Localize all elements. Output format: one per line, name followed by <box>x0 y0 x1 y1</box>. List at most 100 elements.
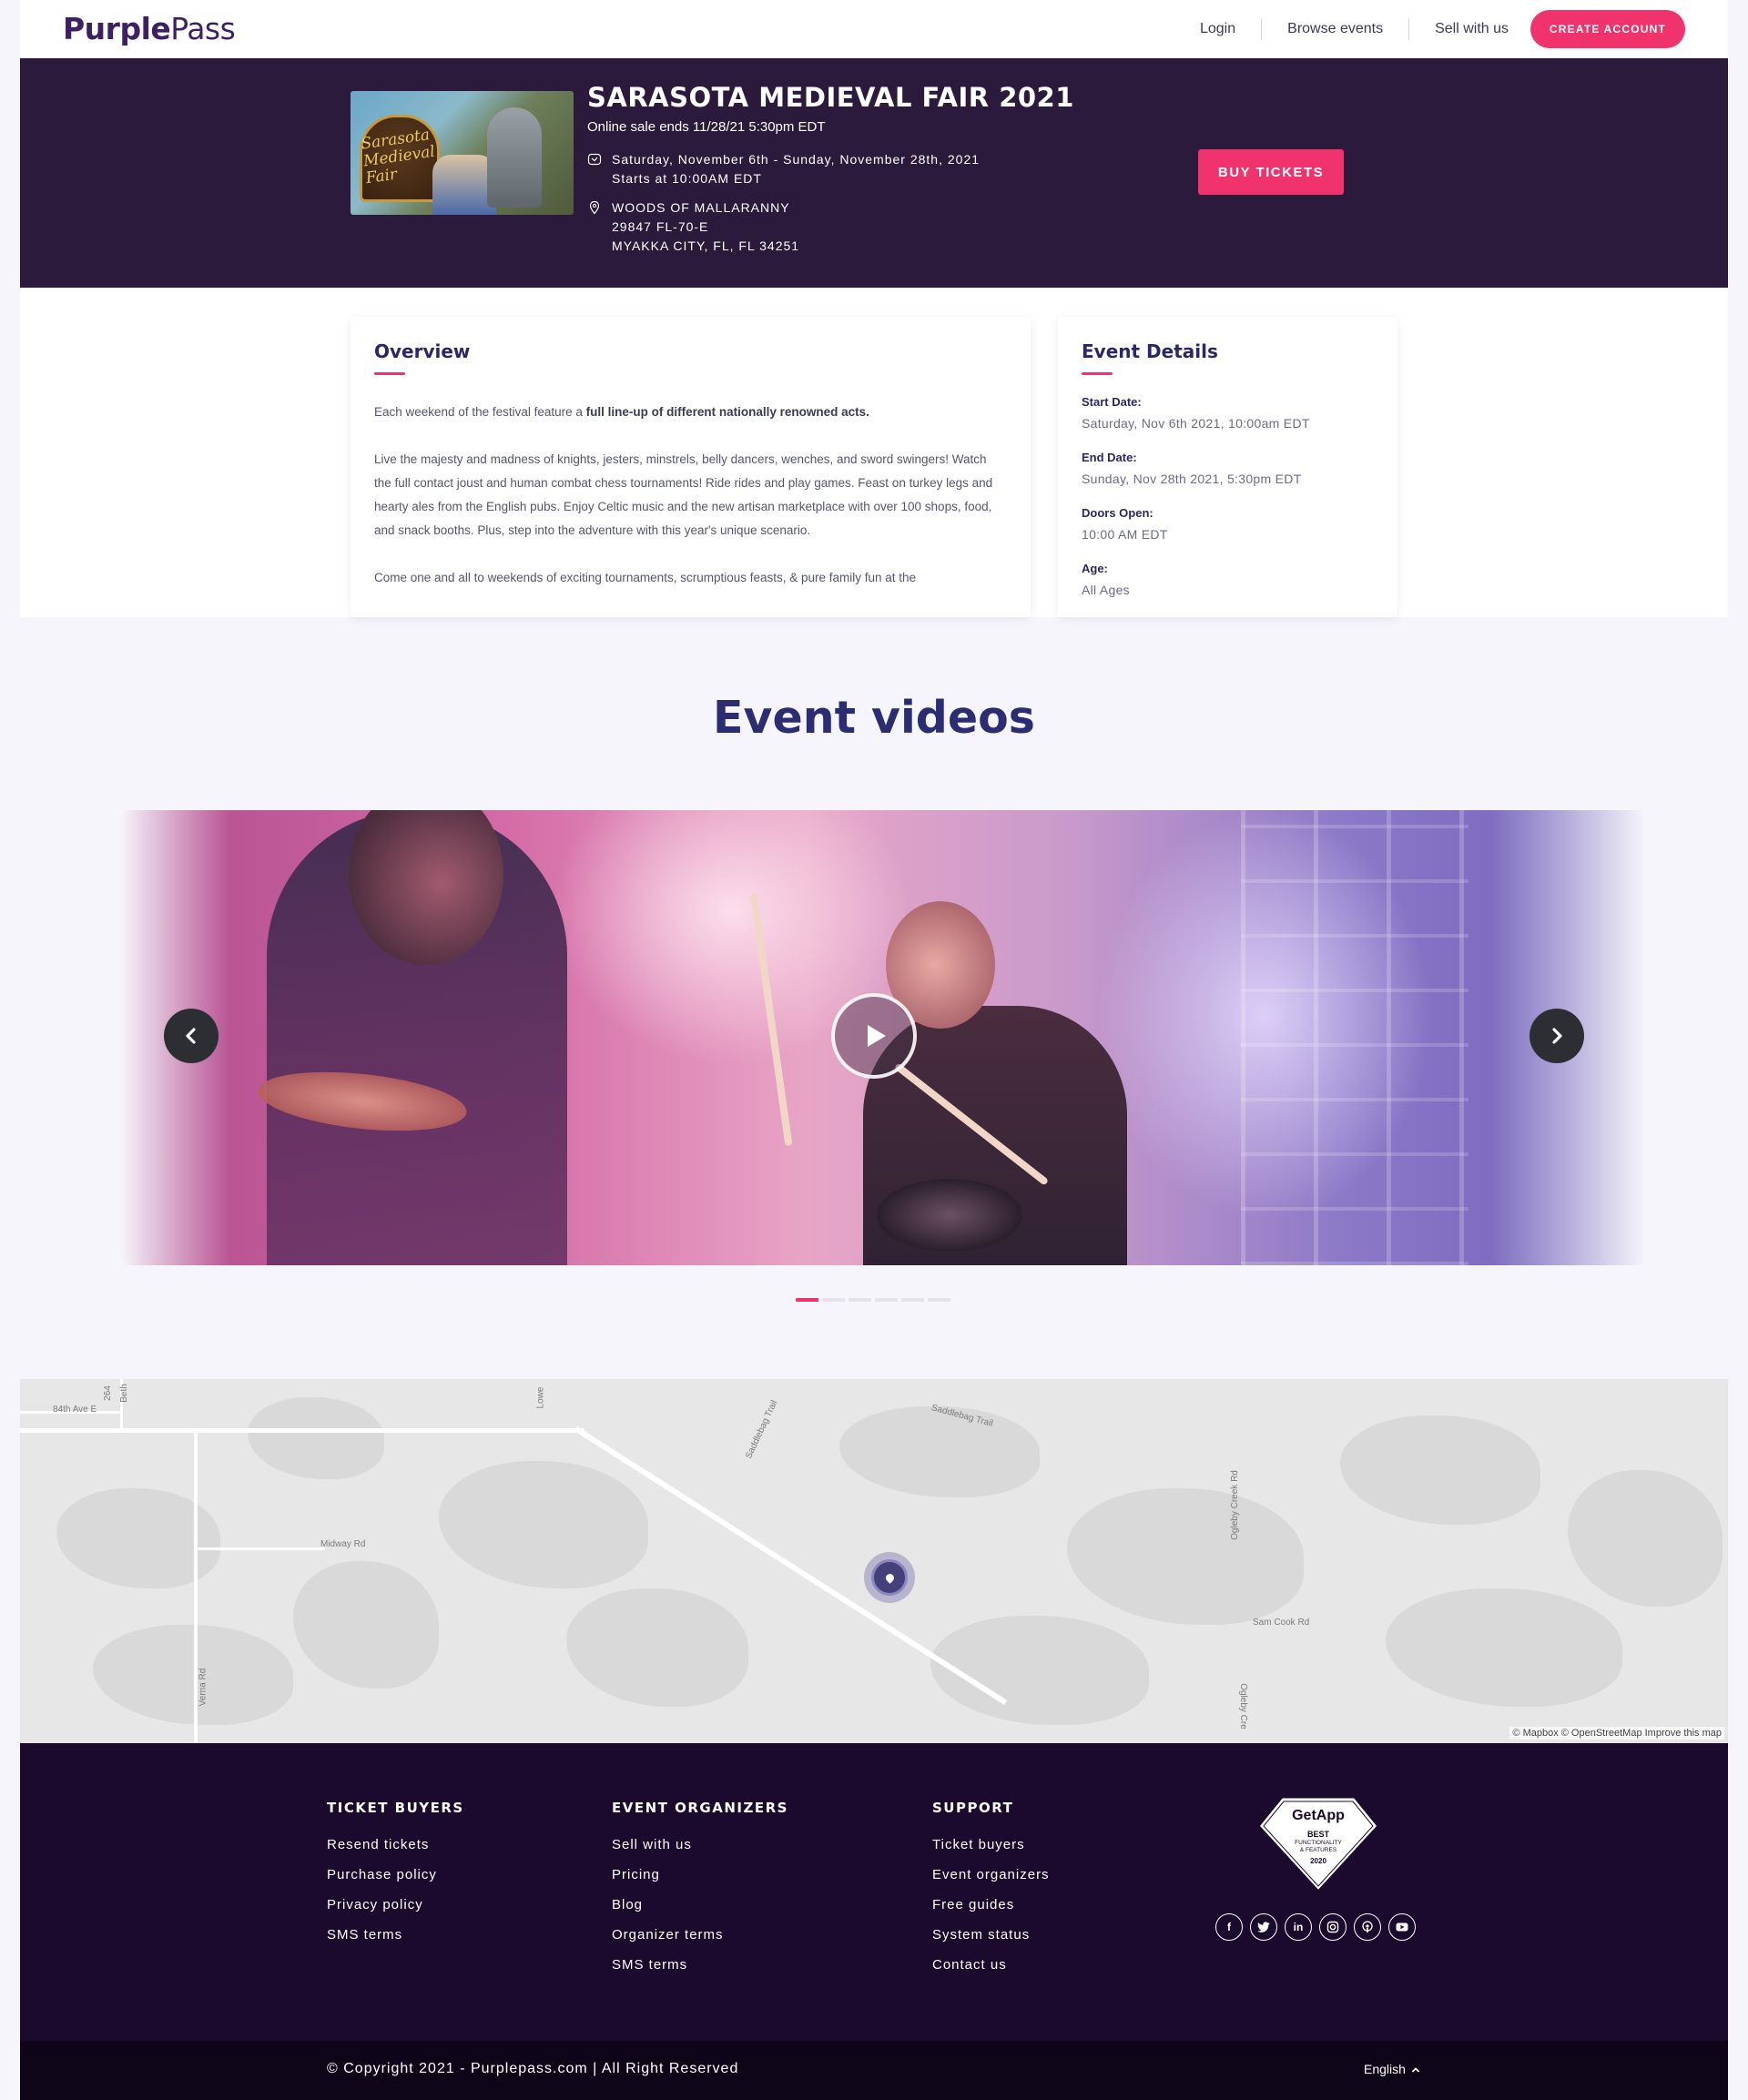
main-nav: Login Browse events Sell with us CREATE … <box>1174 10 1685 48</box>
map-marker-icon <box>871 1559 908 1596</box>
footer-link[interactable]: Sell with us <box>612 1830 788 1860</box>
footer-link[interactable]: Event organizers <box>932 1860 1050 1890</box>
overview-paragraph-3: Come one and all to weekends of exciting… <box>374 571 917 584</box>
buy-tickets-button[interactable]: BUY TICKETS <box>1198 149 1344 195</box>
map-label: Saddlebag Trail <box>744 1398 780 1461</box>
footer-link[interactable]: Pricing <box>612 1860 788 1890</box>
footer-link[interactable]: Blog <box>612 1890 788 1920</box>
create-account-button[interactable]: CREATE ACCOUNT <box>1530 10 1685 48</box>
venue-map-pin[interactable] <box>864 1552 915 1603</box>
overview-p1-bold: full line-up of different nationally ren… <box>585 405 869 419</box>
carousel-dot[interactable] <box>849 1298 871 1302</box>
nav-sell-with-us-link[interactable]: Sell with us <box>1409 18 1530 40</box>
event-date-row: Saturday, November 6th - Sunday, Novembe… <box>587 150 980 188</box>
venue-map[interactable]: 84th Ave E 264 Beth Lowe Saddlebag Trail… <box>20 1379 1728 1743</box>
overview-heading: Overview <box>374 340 471 362</box>
getapp-brand: GetApp <box>1292 1808 1345 1823</box>
map-label: Verna Rd <box>198 1668 208 1707</box>
carousel-dot[interactable] <box>928 1298 950 1302</box>
footer-bottom-bar: © Copyright 2021 - Purplepass.com | All … <box>20 2041 1728 2100</box>
footer-col-ticket-buyers: TICKET BUYERS Resend tickets Purchase po… <box>327 1800 464 1950</box>
map-label: 84th Ave E <box>53 1405 97 1415</box>
footer-col-event-organizers: EVENT ORGANIZERS Sell with us Pricing Bl… <box>612 1800 788 1980</box>
event-details-heading: Event Details <box>1082 340 1218 362</box>
venue-address-line2: MYAKKA CITY, FL, FL 34251 <box>612 238 800 253</box>
event-image: Sarasota Medieval Fair <box>351 91 574 215</box>
carousel-dot[interactable] <box>796 1298 818 1302</box>
start-date-value: Saturday, Nov 6th 2021, 10:00am EDT <box>1082 416 1310 431</box>
overview-p1-prefix: Each weekend of the festival feature a <box>374 405 586 419</box>
podcast-icon[interactable] <box>1354 1913 1381 1941</box>
event-details-card: Event Details Start Date: Saturday, Nov … <box>1058 317 1397 617</box>
map-label: Beth <box>118 1384 129 1403</box>
start-date-label: Start Date: <box>1082 395 1142 409</box>
footer-link[interactable]: Ticket buyers <box>932 1830 1050 1860</box>
footer-link[interactable]: SMS terms <box>327 1920 464 1950</box>
chevron-left-icon <box>186 1028 196 1044</box>
getapp-line3: & FEATURES <box>1299 1847 1337 1853</box>
venue-name: WOODS OF MALLARANNY <box>612 200 790 215</box>
stage-rig-graphic <box>1241 810 1469 1265</box>
nav-browse-events-link[interactable]: Browse events <box>1262 18 1410 40</box>
carousel-next-button[interactable] <box>1530 1009 1584 1063</box>
heading-underline <box>1082 372 1113 375</box>
event-location-row: WOODS OF MALLARANNY 29847 FL-70-E MYAKKA… <box>587 198 799 256</box>
doors-open-value: 10:00 AM EDT <box>1082 527 1168 542</box>
location-pin-icon <box>589 200 600 215</box>
footer-col-title: SUPPORT <box>932 1800 1014 1816</box>
age-label: Age: <box>1082 562 1108 575</box>
linkedin-icon[interactable]: in <box>1285 1913 1312 1941</box>
language-label: English <box>1364 2062 1406 2076</box>
age-value: All Ages <box>1082 583 1130 597</box>
event-dates: Saturday, November 6th - Sunday, Novembe… <box>612 152 981 167</box>
video-slide[interactable] <box>121 810 1645 1265</box>
map-label: Ogleby Cre <box>1237 1683 1248 1730</box>
event-title: SARASOTA MEDIEVAL FAIR 2021 <box>587 82 1074 113</box>
overview-card: Overview Each weekend of the festival fe… <box>351 317 1031 617</box>
overview-text: Each weekend of the festival feature a f… <box>374 401 1007 590</box>
youtube-icon[interactable] <box>1388 1913 1416 1941</box>
event-image-text: Sarasota Medieval Fair <box>360 126 436 188</box>
social-links: f in <box>1215 1913 1416 1941</box>
twitter-icon[interactable] <box>1250 1913 1277 1941</box>
chevron-right-icon <box>1552 1028 1562 1044</box>
map-label: Ogleby Creek Rd <box>1229 1470 1240 1540</box>
heading-underline <box>374 372 405 375</box>
play-icon <box>868 1025 886 1047</box>
getapp-line2: FUNCTIONALITY <box>1295 1840 1342 1846</box>
facebook-icon[interactable]: f <box>1215 1913 1243 1941</box>
carousel-prev-button[interactable] <box>164 1009 218 1063</box>
site-footer: TICKET BUYERS Resend tickets Purchase po… <box>20 1743 1728 2041</box>
sale-ends-text: Online sale ends 11/28/21 5:30pm EDT <box>587 119 826 135</box>
map-label: 264 <box>102 1385 113 1401</box>
carousel-dot[interactable] <box>875 1298 898 1302</box>
footer-link[interactable]: Resend tickets <box>327 1830 464 1860</box>
venue-address-line1: 29847 FL-70-E <box>612 219 709 234</box>
carousel-dot[interactable] <box>822 1298 845 1302</box>
instagram-icon[interactable] <box>1319 1913 1347 1941</box>
footer-link[interactable]: Organizer terms <box>612 1920 788 1950</box>
event-start-time: Starts at 10:00AM EDT <box>612 171 762 186</box>
footer-link[interactable]: Free guides <box>932 1890 1050 1920</box>
footer-col-title: TICKET BUYERS <box>327 1800 464 1816</box>
footer-link[interactable]: SMS terms <box>612 1950 788 1980</box>
drum-graphic <box>877 1179 1022 1252</box>
nav-login-link[interactable]: Login <box>1174 18 1263 40</box>
getapp-line1: BEST <box>1306 1830 1329 1839</box>
event-hero: Sarasota Medieval Fair SARASOTA MEDIEVAL F… <box>20 58 1728 288</box>
map-attribution[interactable]: © Mapbox © OpenStreetMap Improve this ma… <box>1509 1727 1724 1740</box>
footer-link[interactable]: Purchase policy <box>327 1860 464 1890</box>
language-selector[interactable]: English <box>1364 2062 1420 2076</box>
footer-col-support: SUPPORT Ticket buyers Event organizers F… <box>932 1800 1050 1980</box>
getapp-badge[interactable]: GetApp BEST FUNCTIONALITY & FEATURES 202… <box>1255 1793 1382 1895</box>
carousel-pagination <box>796 1298 950 1302</box>
event-image-knight <box>487 107 542 208</box>
carousel-dot[interactable] <box>901 1298 924 1302</box>
purplepass-logo[interactable]: PurplePass <box>63 11 236 46</box>
footer-link[interactable]: Privacy policy <box>327 1890 464 1920</box>
footer-link[interactable]: Contact us <box>932 1950 1050 1980</box>
footer-col-title: EVENT ORGANIZERS <box>612 1800 788 1816</box>
footer-link[interactable]: System status <box>932 1920 1050 1950</box>
logo-bold-text: Purple <box>63 11 171 46</box>
play-button[interactable] <box>831 993 917 1079</box>
